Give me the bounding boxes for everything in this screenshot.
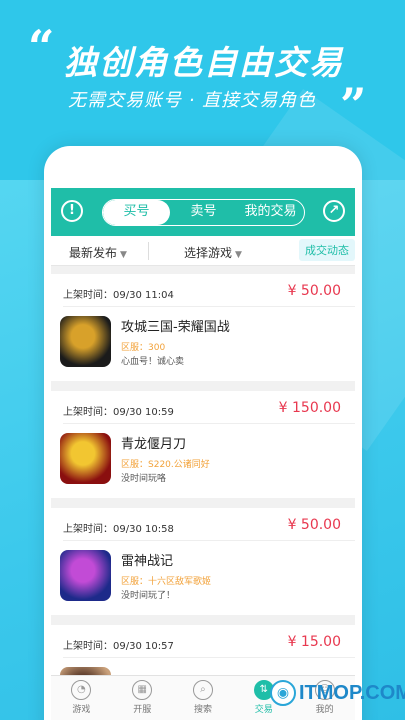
server-icon: ▦ — [132, 680, 153, 700]
watermark: ◉ ITMOP.COM — [270, 680, 405, 706]
listing-card[interactable]: 上架时间：09/30 10:59 ¥ 150.00 青龙偃月刀区服：S220.公诸同… — [51, 391, 355, 498]
game-name: 青龙偃月刀 — [121, 437, 187, 452]
watermark-logo-icon: ◉ — [270, 680, 296, 706]
promo-banner: “ 独创角色自由交易 无需交易账号 · 直接交易角色 ” — [0, 0, 405, 135]
server-area: 区服：十六区敌军歌姬 — [121, 577, 212, 587]
top-bar: ! 买号 卖号 我的交易 ↗ — [51, 188, 355, 236]
app-screen: ! 买号 卖号 我的交易 ↗ 最新发布 ▼ 选择游戏 ▼ 成交动态 上架时间：09/… — [51, 188, 355, 720]
listing-time: 上架时间：09/30 10:59 — [63, 407, 174, 418]
game-dropdown[interactable]: 选择游戏 ▼ — [184, 244, 242, 261]
tab-buy[interactable]: 买号 — [103, 200, 170, 225]
divider — [63, 540, 355, 541]
tab-search[interactable]: ⌕ 搜索 — [173, 676, 234, 720]
watermark-text: ITMOP.COM — [299, 681, 405, 704]
game-name: 攻城三国-荣耀国战 — [121, 320, 230, 335]
sort-dropdown[interactable]: 最新发布 ▼ — [69, 244, 127, 261]
game-thumbnail — [60, 433, 111, 484]
sort-label: 最新发布 — [69, 246, 118, 260]
tab-label: 游戏 — [72, 705, 91, 715]
listing-price: ¥ 15.00 — [287, 634, 341, 650]
close-quote-mark: ” — [340, 78, 367, 132]
divider — [63, 423, 355, 424]
pacman-icon: ◔ — [71, 680, 92, 700]
trade-segmented-control: 买号 卖号 我的交易 — [102, 199, 305, 226]
game-name: 雷神战记 — [121, 554, 174, 569]
caret-down-icon: ▼ — [235, 250, 242, 260]
arrow-up-right-icon[interactable]: ↗ — [323, 200, 345, 222]
tab-my-trades[interactable]: 我的交易 — [237, 200, 304, 225]
listing-price: ¥ 150.00 — [278, 400, 341, 416]
promo-headline: 独创角色自由交易 — [64, 43, 344, 82]
tab-server[interactable]: ▦ 开服 — [112, 676, 173, 720]
tab-pacman[interactable]: ◔ 游戏 — [51, 676, 112, 720]
game-thumbnail — [60, 550, 111, 601]
tab-label: 搜索 — [193, 705, 212, 715]
deals-button[interactable]: 成交动态 — [299, 239, 355, 261]
listing-card[interactable]: 上架时间：09/30 10:58 ¥ 50.00 雷神战记区服：十六区敌军歌姬 没时间… — [51, 508, 355, 615]
game-thumbnail — [60, 316, 111, 367]
divider — [63, 657, 355, 658]
caret-down-icon: ▼ — [120, 250, 127, 260]
divider — [63, 306, 355, 307]
listing-price: ¥ 50.00 — [287, 517, 341, 533]
info-icon[interactable]: ! — [61, 200, 83, 222]
listing-card[interactable]: 上架时间：09/30 11:04 ¥ 50.00 攻城三国-荣耀国战区服：300 心血… — [51, 274, 355, 381]
listing-description: 没时间玩咯 — [121, 474, 167, 484]
listing-time: 上架时间：09/30 11:04 — [63, 290, 174, 301]
listing-description: 心血号！诚心卖 — [121, 357, 185, 367]
tab-label: 开服 — [133, 705, 152, 715]
listing-time: 上架时间：09/30 10:57 — [63, 641, 174, 652]
game-label: 选择游戏 — [184, 246, 233, 260]
listing-price: ¥ 50.00 — [287, 283, 341, 299]
listing-list: 上架时间：09/30 11:04 ¥ 50.00 攻城三国-荣耀国战区服：300 心血… — [51, 274, 355, 720]
filter-bar: 最新发布 ▼ 选择游戏 ▼ 成交动态 — [51, 236, 355, 266]
server-area: 区服：S220.公诸同好 — [121, 460, 210, 470]
listing-description: 没时间玩了！ — [121, 591, 176, 601]
listing-time: 上架时间：09/30 10:58 — [63, 524, 174, 535]
search-icon: ⌕ — [192, 680, 213, 700]
divider — [148, 242, 149, 260]
open-quote-mark: “ — [28, 20, 55, 74]
tab-sell[interactable]: 卖号 — [170, 200, 237, 225]
promo-subline: 无需交易账号 · 直接交易角色 — [68, 90, 317, 111]
server-area: 区服：300 — [121, 343, 166, 353]
